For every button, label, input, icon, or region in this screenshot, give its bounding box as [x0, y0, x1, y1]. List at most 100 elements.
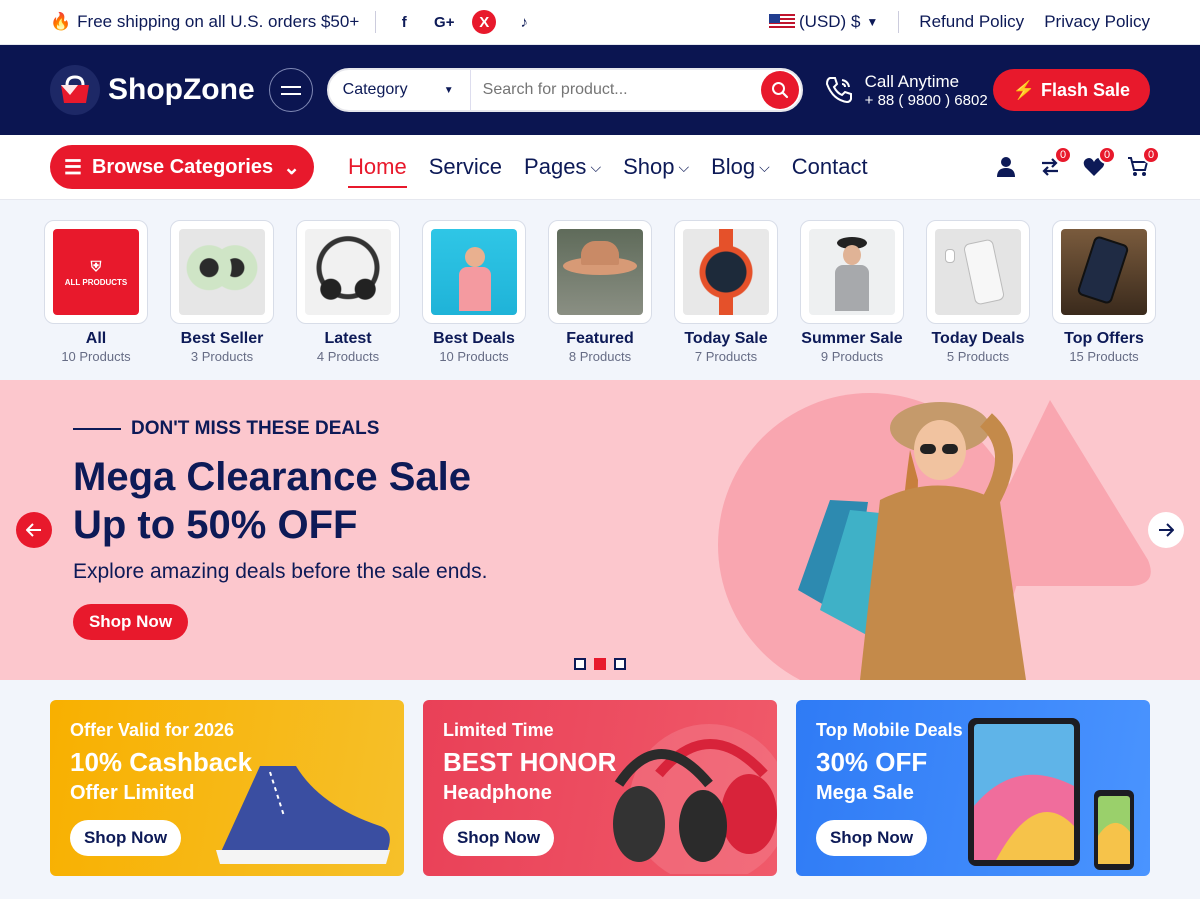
google-plus-icon[interactable]: G+ [432, 10, 456, 34]
category-name: All [85, 330, 107, 347]
category-image [1052, 220, 1156, 324]
promo-card-headphone[interactable]: Limited Time BEST HONOR Headphone Shop N… [423, 700, 777, 876]
category-latest[interactable]: Latest 4 Products [296, 220, 400, 380]
nav-item-blog[interactable]: Blog ⌵ [711, 154, 770, 180]
promo-line2: BEST HONOR [443, 747, 617, 777]
slider-next-button[interactable] [1148, 512, 1184, 548]
category-name: Featured [566, 330, 634, 347]
hero-tagline-text: DON'T MISS THESE DEALS [131, 418, 380, 439]
slider-dot-active[interactable] [594, 658, 606, 670]
category-name: Top Offers [1064, 330, 1144, 347]
nav-item-label: Home [348, 154, 407, 179]
category-image [800, 220, 904, 324]
us-flag-icon [769, 14, 795, 30]
compare-icon[interactable]: 0 [1038, 146, 1072, 179]
promo-shop-now-button[interactable]: Shop Now [70, 820, 181, 856]
user-actions: 0 0 0 [994, 146, 1160, 179]
search-button[interactable] [760, 71, 799, 109]
menu-toggle-button[interactable] [268, 68, 313, 112]
category-image [422, 220, 526, 324]
promo-line1: Top Mobile Deals [816, 720, 963, 740]
call-info: Call Anytime + 88 ( 9800 ) 6802 [823, 72, 988, 109]
x-icon[interactable]: X [472, 10, 497, 34]
nav-menu: Home Service Pages ⌵ Shop ⌵ Blog ⌵ Contact [348, 154, 868, 188]
category-name: Best Deals [433, 330, 515, 347]
category-image [548, 220, 652, 324]
category-top-offers[interactable]: Top Offers 15 Products [1052, 220, 1156, 380]
category-name: Summer Sale [801, 330, 903, 347]
category-name: Best Seller [180, 330, 264, 347]
category-all[interactable]: ⛨ ALL PRODUCTS All 10 Products [44, 220, 148, 380]
hero-slider: DON'T MISS THESE DEALS Mega Clearance Sa… [0, 380, 1200, 680]
category-image: ⛨ ALL PRODUCTS [44, 220, 148, 324]
category-count: 9 Products [820, 349, 884, 364]
promo-card-cashback[interactable]: Offer Valid for 2026 10% Cashback Offer … [50, 700, 404, 876]
cart-count: 0 [1142, 146, 1160, 164]
facebook-icon[interactable]: f [392, 10, 416, 34]
category-best-deals[interactable]: Best Deals 10 Products [422, 220, 526, 380]
call-label: Call Anytime [864, 71, 960, 91]
nav-item-contact[interactable]: Contact [792, 154, 868, 180]
arrow-right-icon [1159, 523, 1174, 537]
category-featured[interactable]: Featured 8 Products [548, 220, 652, 380]
category-image [926, 220, 1030, 324]
nav-item-service[interactable]: Service [429, 154, 502, 180]
promo-card-mobile[interactable]: Top Mobile Deals 30% OFF Mega Sale Shop … [796, 700, 1150, 876]
search-icon [771, 82, 788, 99]
caret-down-icon: ▼ [866, 15, 879, 29]
category-today-deals[interactable]: Today Deals 5 Products [926, 220, 1030, 380]
promo-shop-now-button[interactable]: Shop Now [816, 820, 927, 856]
category-summer-sale[interactable]: Summer Sale 9 Products [800, 220, 904, 380]
all-products-badge: ALL PRODUCTS [64, 277, 128, 287]
tiktok-icon[interactable]: ♪ [512, 10, 536, 34]
privacy-policy-link[interactable]: Privacy Policy [1044, 12, 1150, 32]
nav-item-home[interactable]: Home [348, 154, 407, 188]
hero-shop-now-button[interactable]: Shop Now [73, 604, 188, 640]
nav-item-shop[interactable]: Shop ⌵ [623, 154, 689, 180]
category-select[interactable]: Category ▼ [329, 70, 471, 110]
category-count: 5 Products [946, 349, 1010, 364]
category-best-seller[interactable]: Best Seller 3 Products [170, 220, 274, 380]
wishlist-count: 0 [1098, 146, 1116, 164]
category-count: 3 Products [190, 349, 254, 364]
slider-dot[interactable] [574, 658, 586, 670]
currency-selector[interactable]: (USD) $ ▼ [769, 12, 878, 32]
promo-line3: Offer Limited [70, 782, 195, 804]
hero-title-line1: Mega Clearance Sale [73, 455, 471, 499]
nav-item-pages[interactable]: Pages ⌵ [524, 154, 601, 180]
category-today-sale[interactable]: Today Sale 7 Products [674, 220, 778, 380]
compare-count: 0 [1054, 146, 1072, 164]
search-bar: Category ▼ [326, 68, 803, 112]
call-number: + 88 ( 9800 ) 6802 [864, 91, 988, 109]
logo[interactable]: ShopZone [50, 65, 255, 115]
shipping-text: Free shipping on all U.S. orders $50+ [77, 12, 360, 31]
search-input[interactable] [470, 81, 761, 99]
browse-categories-button[interactable]: ☰ Browse Categories ⌄ [50, 145, 314, 189]
flash-sale-label: Flash Sale [1040, 79, 1130, 100]
shield-icon: ⛨ [90, 257, 102, 274]
hero-model-image [790, 390, 1050, 680]
category-select-label: Category [342, 81, 408, 98]
promo-line2: 10% Cashback [70, 747, 253, 777]
slider-prev-button[interactable] [16, 512, 52, 548]
chevron-down-icon: ⌵ [678, 158, 690, 175]
hero-title: Mega Clearance Sale Up to 50% OFF [73, 453, 471, 549]
chevron-down-icon: ⌄ [283, 156, 300, 179]
cart-icon[interactable]: 0 [1126, 146, 1160, 179]
top-bar: 🔥 Free shipping on all U.S. orders $50+ … [0, 0, 1200, 45]
promo-shop-now-button[interactable]: Shop Now [443, 820, 554, 856]
slider-dots [574, 658, 626, 670]
nav-item-label: Contact [791, 154, 868, 179]
category-count: 4 Products [316, 349, 380, 364]
nav-item-label: Shop [623, 154, 675, 179]
phone-icon [825, 77, 852, 104]
headphone-image [613, 724, 777, 874]
category-image [170, 220, 274, 324]
flash-sale-button[interactable]: ⚡ Flash Sale [992, 69, 1150, 111]
refund-policy-link[interactable]: Refund Policy [919, 12, 1024, 32]
heart-icon[interactable]: 0 [1082, 146, 1116, 179]
promo-line1: Limited Time [443, 720, 554, 740]
user-icon[interactable] [994, 155, 1018, 179]
slider-dot[interactable] [614, 658, 626, 670]
list-icon: ☰ [64, 156, 82, 179]
